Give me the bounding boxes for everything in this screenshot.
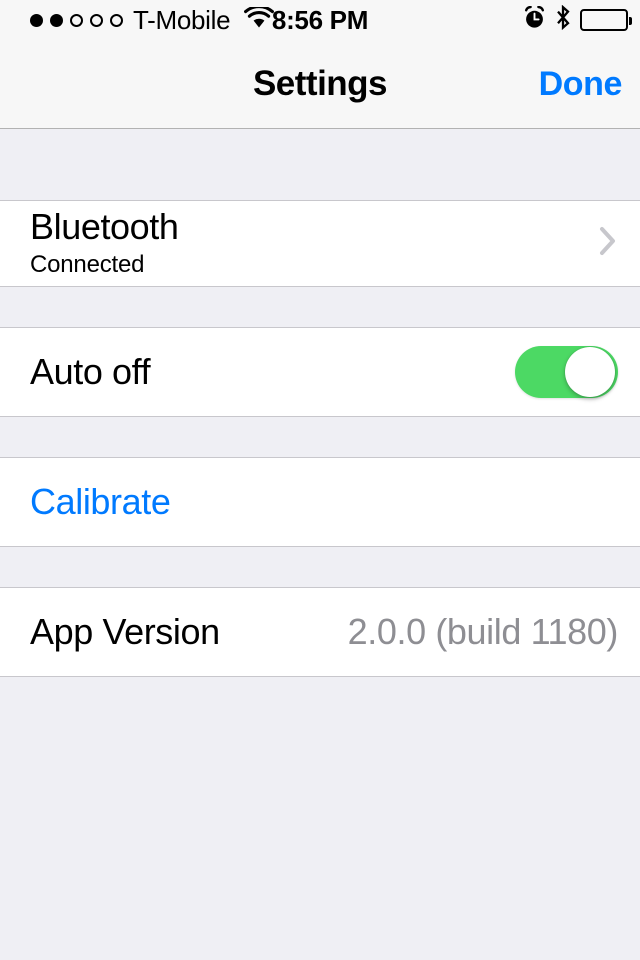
auto-off-toggle[interactable]	[515, 346, 618, 398]
table-row-calibrate[interactable]: Calibrate	[0, 458, 640, 546]
section-app-version: App Version 2.0.0 (build 1180)	[0, 587, 640, 677]
settings-screen: T-Mobile 8:56 PM Settings Done Bluetooth…	[0, 0, 640, 960]
bluetooth-icon	[555, 4, 571, 35]
status-bar-right	[523, 0, 632, 40]
auto-off-label: Auto off	[30, 350, 151, 392]
bluetooth-status-label: Connected	[30, 250, 145, 278]
table-row-app-version: App Version 2.0.0 (build 1180)	[0, 588, 640, 676]
table-row-auto-off[interactable]: Auto off	[0, 328, 640, 416]
alarm-clock-icon	[523, 5, 546, 35]
signal-dot-4	[90, 13, 103, 27]
section-gap-2	[0, 417, 640, 457]
wifi-icon	[244, 4, 275, 34]
calibrate-label: Calibrate	[30, 481, 171, 522]
section-gap-top	[0, 129, 640, 200]
section-bluetooth: Bluetooth Connected	[0, 200, 640, 287]
settings-table: Bluetooth Connected Auto off Calibrate A…	[0, 129, 640, 959]
chevron-right-icon	[598, 225, 618, 262]
section-calibrate: Calibrate	[0, 457, 640, 547]
auto-off-toggle-knob	[565, 347, 615, 397]
section-gap-1	[0, 287, 640, 327]
status-bar-left: T-Mobile	[14, 4, 275, 35]
navigation-bar: Settings Done	[0, 40, 640, 129]
section-gap-3	[0, 547, 640, 587]
battery-icon	[580, 9, 632, 31]
app-version-label: App Version	[30, 610, 220, 652]
bluetooth-text-block: Bluetooth Connected	[30, 207, 584, 279]
signal-dot-2	[50, 13, 63, 27]
app-version-value: 2.0.0 (build 1180)	[347, 611, 619, 652]
signal-dot-3	[70, 13, 83, 27]
bluetooth-label: Bluetooth	[30, 206, 179, 248]
section-auto-off: Auto off	[0, 327, 640, 417]
signal-dot-1	[30, 13, 43, 27]
signal-dot-5	[110, 13, 123, 27]
signal-strength-indicator	[30, 13, 123, 27]
done-button[interactable]: Done	[539, 40, 623, 128]
table-row-bluetooth[interactable]: Bluetooth Connected	[0, 201, 640, 286]
carrier-label: T-Mobile	[133, 5, 231, 35]
status-bar: T-Mobile 8:56 PM	[0, 0, 640, 40]
